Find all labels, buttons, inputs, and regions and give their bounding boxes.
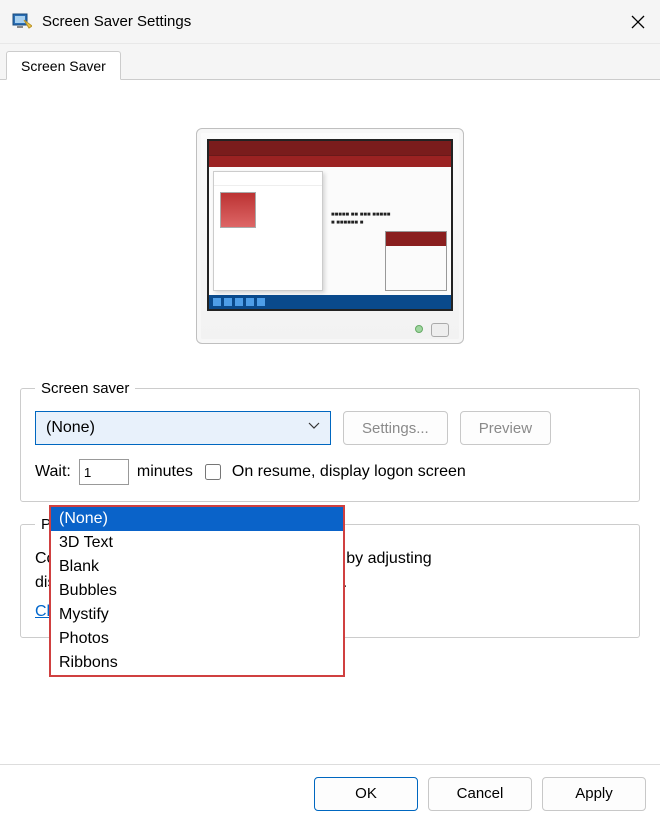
resume-label: On resume, display logon screen <box>232 463 466 481</box>
settings-button[interactable]: Settings... <box>343 411 448 445</box>
cancel-button[interactable]: Cancel <box>428 777 532 811</box>
screensaver-group: Screen saver (None) Settings... Preview … <box>20 380 640 502</box>
wait-label: Wait: <box>35 463 71 481</box>
preview-monitor: ■■■■■ ■■ ■■■ ■■■■■■ ■■■■■■ ■ <box>196 128 464 344</box>
dropdown-item[interactable]: Mystify <box>51 603 343 627</box>
dropdown-item[interactable]: Photos <box>51 627 343 651</box>
dropdown-item[interactable]: Bubbles <box>51 579 343 603</box>
apply-button[interactable]: Apply <box>542 777 646 811</box>
resume-checkbox[interactable] <box>205 464 221 480</box>
screensaver-selected: (None) <box>46 419 95 437</box>
title-bar: Screen Saver Settings <box>0 0 660 44</box>
dropdown-item[interactable]: Blank <box>51 555 343 579</box>
tab-strip: Screen Saver <box>0 44 660 80</box>
dialog-footer: OK Cancel Apply <box>0 764 660 822</box>
tab-screen-saver[interactable]: Screen Saver <box>6 51 121 80</box>
wait-unit: minutes <box>137 463 193 481</box>
wait-spinner[interactable] <box>79 459 129 485</box>
screensaver-dropdown[interactable]: (None)3D TextBlankBubblesMystifyPhotosRi… <box>49 505 345 677</box>
dropdown-item[interactable]: 3D Text <box>51 531 343 555</box>
screensaver-legend: Screen saver <box>35 380 135 397</box>
dropdown-item[interactable]: Ribbons <box>51 651 343 675</box>
dropdown-item[interactable]: (None) <box>51 507 343 531</box>
close-button[interactable] <box>616 0 660 44</box>
ok-button[interactable]: OK <box>314 777 418 811</box>
app-icon <box>12 12 32 32</box>
wait-row: Wait: minutes On resume, display logon s… <box>35 459 625 485</box>
screensaver-combobox[interactable]: (None) <box>35 411 331 445</box>
chevron-down-icon <box>308 419 320 437</box>
preview-area: ■■■■■ ■■ ■■■ ■■■■■■ ■■■■■■ ■ <box>20 98 640 380</box>
window-title: Screen Saver Settings <box>42 13 616 30</box>
preview-button[interactable]: Preview <box>460 411 551 445</box>
